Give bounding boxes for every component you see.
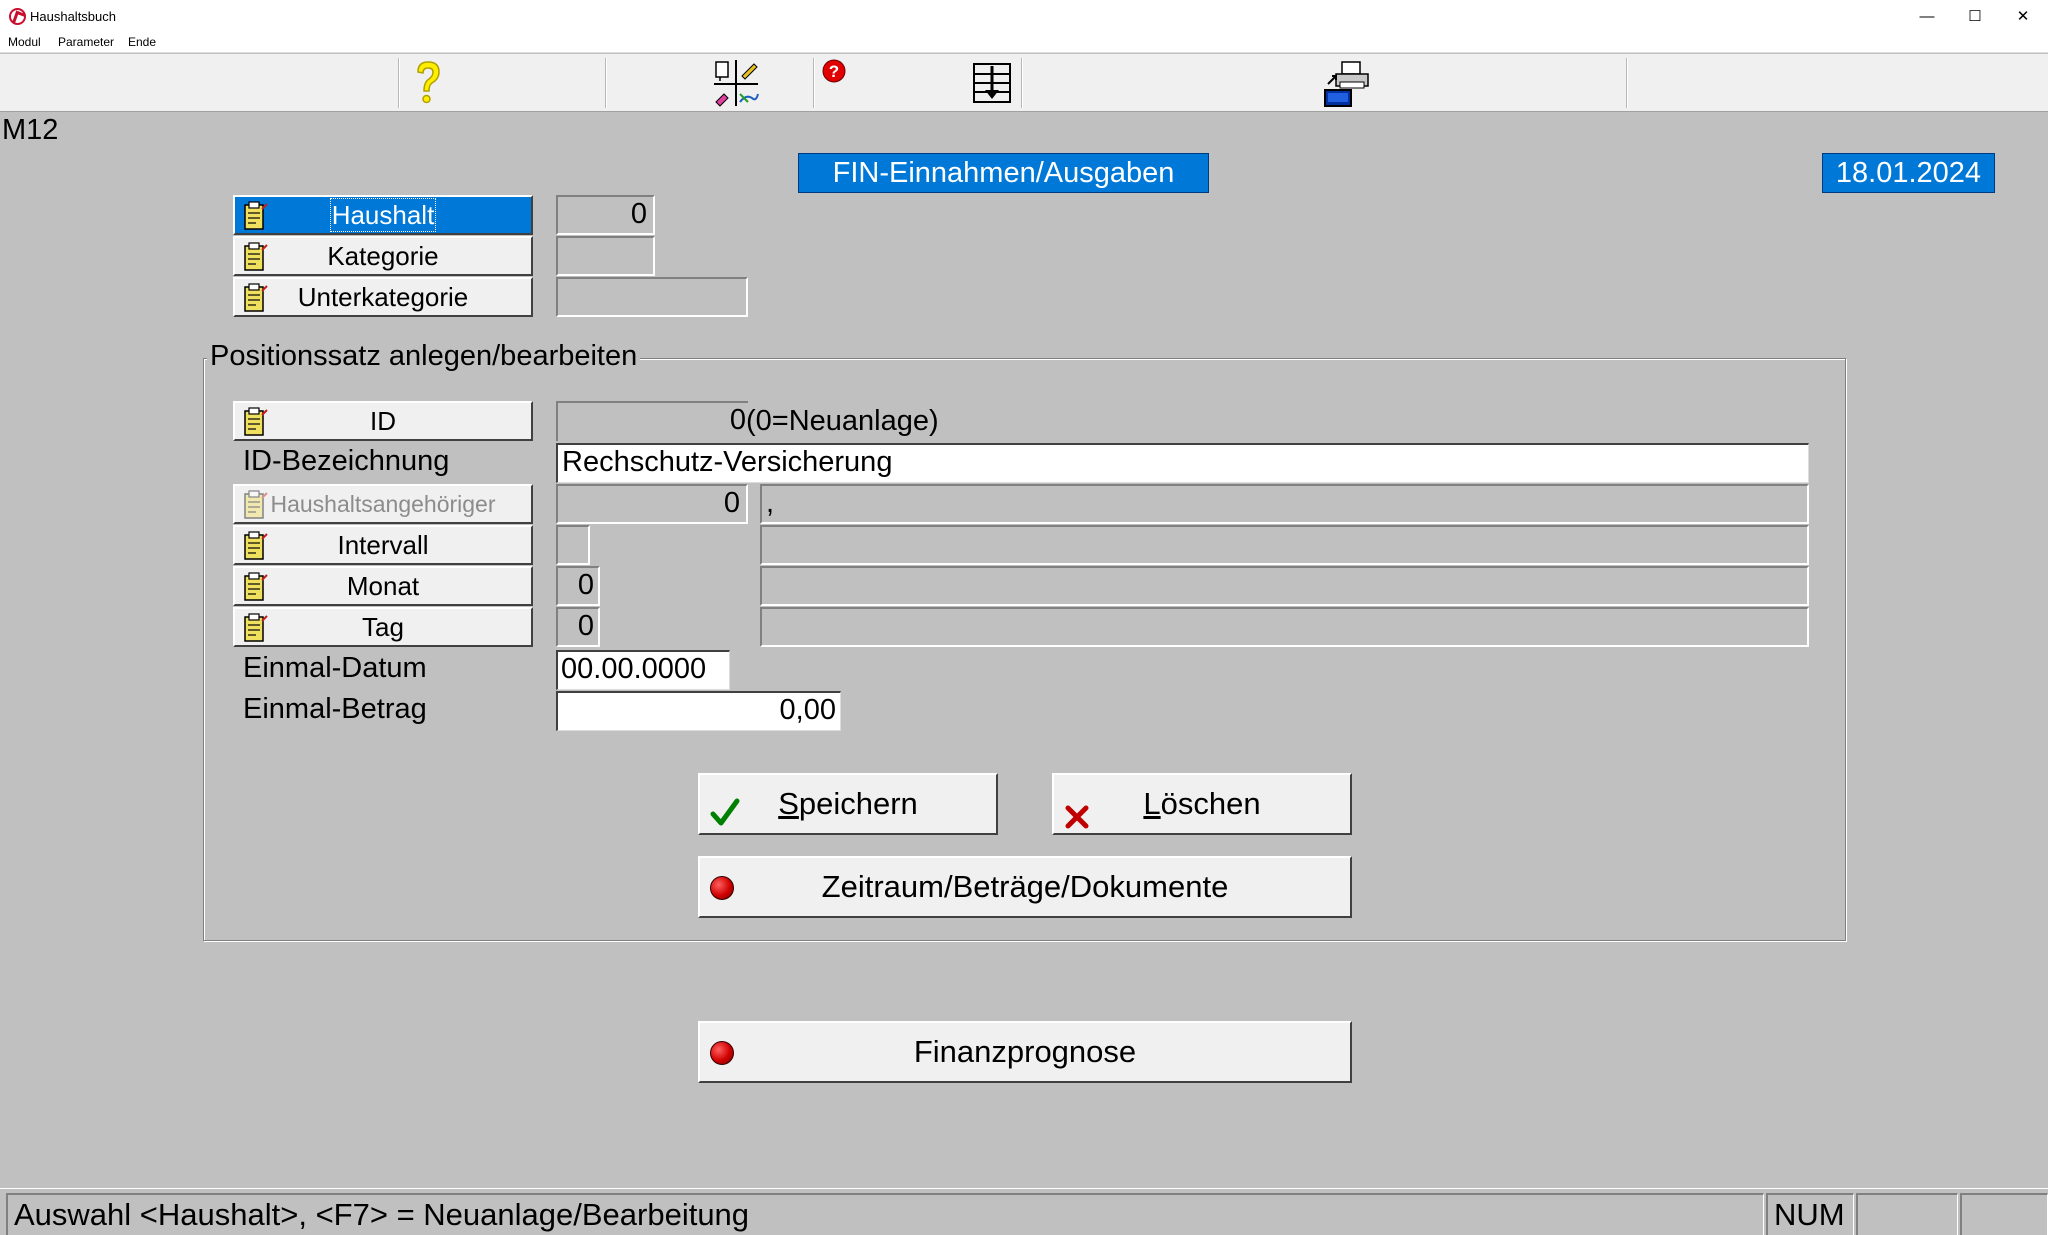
id-button[interactable]: ID	[233, 401, 533, 441]
info-icon[interactable]: ?	[822, 59, 846, 83]
help-icon[interactable]	[408, 58, 448, 108]
lookup-icon	[242, 572, 268, 602]
red-dot-icon	[710, 1041, 734, 1065]
einmal-datum-input[interactable]: 00.00.0000	[556, 650, 730, 690]
save-button[interactable]: Speichern	[698, 773, 998, 835]
module-code: M12	[2, 114, 59, 146]
bezeichnung-input[interactable]: Rechschutz-Versicherung	[556, 443, 1809, 483]
menu-modul[interactable]: Modul	[8, 35, 41, 49]
unterkategorie-label: Unterkategorie	[297, 282, 469, 312]
menu-bar: Modul Parameter Ende	[0, 33, 2048, 53]
lookup-icon	[242, 242, 268, 272]
red-dot-icon	[710, 876, 734, 900]
finanzprognose-button[interactable]: Finanzprognose	[698, 1021, 1352, 1083]
lookup-icon	[242, 490, 268, 520]
checkmark-icon	[710, 789, 740, 847]
menu-parameter[interactable]: Parameter	[58, 35, 114, 49]
maximize-button[interactable]: ☐	[1951, 0, 1999, 33]
svg-text:?: ?	[829, 62, 839, 81]
title-bar: Haushaltsbuch — ☐ ✕	[0, 0, 2048, 33]
kategorie-value	[556, 236, 655, 276]
intervall-button[interactable]: Intervall	[233, 525, 533, 565]
monat-text	[760, 566, 1809, 606]
id-label: ID	[370, 406, 396, 436]
angehoeriger-button: Haushaltsangehöriger	[233, 484, 533, 524]
toolbar-separator	[1626, 58, 1627, 108]
lookup-icon	[242, 613, 268, 643]
haushalt-button[interactable]: Haushalt	[233, 195, 533, 235]
minimize-button[interactable]: —	[1903, 0, 1951, 33]
toolbar-separator	[605, 58, 606, 108]
angehoeriger-value: 0	[556, 484, 748, 524]
kategorie-button[interactable]: Kategorie	[233, 236, 533, 276]
lookup-icon	[242, 407, 268, 437]
intervall-label: Intervall	[337, 530, 429, 560]
status-pane	[1960, 1193, 2048, 1235]
print-icon[interactable]	[1322, 58, 1372, 108]
angehoeriger-label: Haushaltsangehöriger	[270, 491, 496, 517]
status-message: Auswahl <Haushalt>, <F7> = Neuanlage/Bea…	[6, 1193, 1764, 1235]
tag-value: 0	[556, 607, 600, 647]
unterkategorie-button[interactable]: Unterkategorie	[233, 277, 533, 317]
angehoeriger-name: ,	[760, 484, 1809, 524]
haushalt-value: 0	[556, 195, 655, 235]
toolbar: ?	[0, 54, 2048, 112]
status-bar: Auswahl <Haushalt>, <F7> = Neuanlage/Bea…	[0, 1188, 2048, 1235]
einmal-betrag-label: Einmal-Betrag	[243, 693, 427, 725]
kategorie-label: Kategorie	[327, 241, 439, 271]
monat-value: 0	[556, 566, 600, 606]
einmal-datum-label: Einmal-Datum	[243, 652, 427, 684]
lookup-icon	[242, 283, 268, 313]
toolbar-separator	[813, 58, 814, 108]
delete-button[interactable]: Löschen	[1052, 773, 1352, 835]
status-pane	[1856, 1193, 1958, 1235]
download-list-icon[interactable]	[972, 62, 1012, 104]
toolbar-separator	[1021, 58, 1022, 108]
page-title: FIN-Einnahmen/Ausgaben	[798, 153, 1209, 193]
window-title: Haushaltsbuch	[30, 9, 116, 24]
tag-text	[760, 607, 1809, 647]
intervall-text	[760, 525, 1809, 565]
id-hint: (0=Neuanlage)	[746, 405, 939, 437]
monat-button[interactable]: Monat	[233, 566, 533, 606]
tag-button[interactable]: Tag	[233, 607, 533, 647]
status-num: NUM	[1766, 1193, 1854, 1235]
monat-label: Monat	[346, 571, 420, 601]
menu-ende[interactable]: Ende	[128, 35, 156, 49]
zeitraum-button[interactable]: Zeitraum/Beträge/Dokumente	[698, 856, 1352, 918]
app-icon	[9, 8, 26, 25]
bezeichnung-label: ID-Bezeichnung	[243, 445, 450, 477]
tag-label: Tag	[362, 612, 404, 642]
id-value: 0	[556, 401, 748, 441]
lookup-icon	[242, 201, 268, 231]
close-button[interactable]: ✕	[1999, 0, 2047, 33]
einmal-betrag-input[interactable]: 0,00	[556, 691, 841, 731]
edit-list-icon[interactable]	[712, 58, 760, 108]
groupbox-title: Positionssatz anlegen/bearbeiten	[207, 340, 641, 373]
unterkategorie-value	[556, 277, 748, 317]
intervall-value	[556, 525, 590, 565]
current-date: 18.01.2024	[1822, 153, 1995, 193]
lookup-icon	[242, 531, 268, 561]
cross-icon	[1064, 791, 1090, 849]
toolbar-separator	[398, 58, 399, 108]
haushalt-label: Haushalt	[329, 198, 437, 232]
